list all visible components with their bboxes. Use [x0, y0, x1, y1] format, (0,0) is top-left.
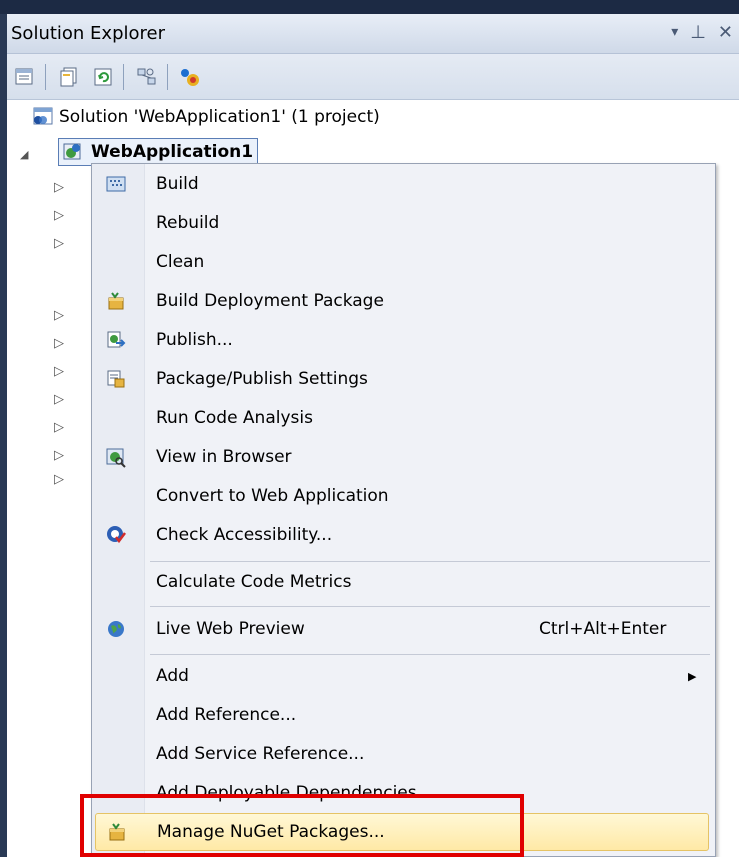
menu-item-label: View in Browser: [156, 447, 292, 467]
menu-item-live-web-preview[interactable]: Live Web Preview Ctrl+Alt+Enter: [92, 610, 715, 648]
view-class-diagram-icon[interactable]: [133, 63, 161, 91]
web-project-icon: [63, 143, 81, 160]
collapsed-arrow-icon[interactable]: ▷: [54, 420, 64, 435]
package-icon: [102, 287, 130, 315]
solution-explorer-title-bar: Solution Explorer ▾ ⊥ ✕: [7, 14, 739, 54]
nuget-icon[interactable]: [175, 63, 203, 91]
menu-item-view-in-browser[interactable]: View in Browser: [92, 438, 715, 476]
toolbar-separator: [123, 64, 124, 90]
dropdown-icon[interactable]: ▾: [671, 24, 678, 43]
collapsed-arrow-icon[interactable]: ▷: [54, 364, 64, 379]
frame-top-edge: [0, 0, 739, 14]
menu-item-build[interactable]: Build: [92, 165, 715, 203]
collapsed-arrow-icon[interactable]: ▷: [54, 448, 64, 463]
build-icon: [102, 170, 130, 198]
menu-separator: [150, 561, 710, 562]
solution-explorer-toolbar: [7, 54, 739, 100]
collapsed-arrow-icon[interactable]: ▷: [54, 308, 64, 323]
menu-item-check-accessibility[interactable]: Check Accessibility...: [92, 516, 715, 554]
panel-title: Solution Explorer: [11, 23, 165, 44]
menu-item-label: Convert to Web Application: [156, 486, 389, 506]
menu-item-label: Publish...: [156, 330, 233, 350]
menu-item-rebuild[interactable]: Rebuild: [92, 204, 715, 242]
solution-icon: [33, 107, 53, 125]
title-controls: ▾ ⊥ ✕: [671, 22, 733, 43]
menu-item-label: Run Code Analysis: [156, 408, 313, 428]
project-label: WebApplication1: [91, 142, 254, 162]
refresh-icon[interactable]: [89, 63, 117, 91]
menu-item-label: Live Web Preview: [156, 619, 305, 639]
menu-item-label: Build: [156, 174, 199, 194]
menu-item-add-service-reference[interactable]: Add Service Reference...: [92, 735, 715, 773]
collapsed-arrow-icon[interactable]: ▷: [54, 208, 64, 223]
tree-item-project[interactable]: WebApplication1: [58, 138, 259, 166]
browser-icon: [102, 443, 130, 471]
publish-icon: [102, 326, 130, 354]
menu-item-label: Clean: [156, 252, 205, 272]
project-context-menu: Build Rebuild Clean Build Deployment Pac…: [91, 163, 716, 857]
toolbar-separator: [167, 64, 168, 90]
close-icon[interactable]: ✕: [718, 22, 733, 43]
collapsed-arrow-icon[interactable]: ▷: [54, 236, 64, 251]
collapsed-arrow-icon[interactable]: ▷: [54, 336, 64, 351]
menu-item-calculate-code-metrics[interactable]: Calculate Code Metrics: [92, 563, 715, 601]
menu-item-label: Add: [156, 666, 189, 686]
annotation-highlight-box: [80, 794, 524, 857]
properties-icon[interactable]: [11, 63, 39, 91]
menu-item-package-publish-settings[interactable]: Package/Publish Settings: [92, 360, 715, 398]
show-all-files-icon[interactable]: [55, 63, 83, 91]
solution-label: Solution 'WebApplication1' (1 project): [59, 107, 380, 127]
menu-item-build-deployment-package[interactable]: Build Deployment Package: [92, 282, 715, 320]
menu-item-run-code-analysis[interactable]: Run Code Analysis: [92, 399, 715, 437]
collapsed-arrow-icon[interactable]: ▷: [54, 180, 64, 195]
menu-item-label: Check Accessibility...: [156, 525, 333, 545]
collapsed-arrow-icon[interactable]: ▷: [54, 472, 64, 487]
menu-item-publish[interactable]: Publish...: [92, 321, 715, 359]
menu-item-label: Calculate Code Metrics: [156, 572, 352, 592]
menu-item-label: Package/Publish Settings: [156, 369, 368, 389]
menu-item-label: Rebuild: [156, 213, 220, 233]
menu-item-shortcut: Ctrl+Alt+Enter: [539, 619, 667, 639]
menu-item-label: Add Service Reference...: [156, 744, 365, 764]
globe-icon: [102, 615, 130, 643]
menu-separator: [150, 606, 710, 607]
toolbar-separator: [45, 64, 46, 90]
tree-item-solution[interactable]: Solution 'WebApplication1' (1 project): [31, 106, 380, 128]
submenu-arrow-icon: ▶: [688, 669, 697, 683]
collapsed-arrow-icon[interactable]: ▷: [54, 392, 64, 407]
menu-item-label: Build Deployment Package: [156, 291, 384, 311]
menu-item-label: Add Reference...: [156, 705, 297, 725]
settings-icon: [102, 365, 130, 393]
menu-item-add[interactable]: Add ▶: [92, 657, 715, 695]
menu-item-clean[interactable]: Clean: [92, 243, 715, 281]
accessibility-icon: [102, 521, 130, 549]
menu-item-add-reference[interactable]: Add Reference...: [92, 696, 715, 734]
pin-icon[interactable]: ⊥: [690, 22, 706, 43]
menu-separator: [150, 654, 710, 655]
menu-item-convert-to-web-application[interactable]: Convert to Web Application: [92, 477, 715, 515]
expanded-arrow-icon[interactable]: ◢: [20, 148, 28, 161]
